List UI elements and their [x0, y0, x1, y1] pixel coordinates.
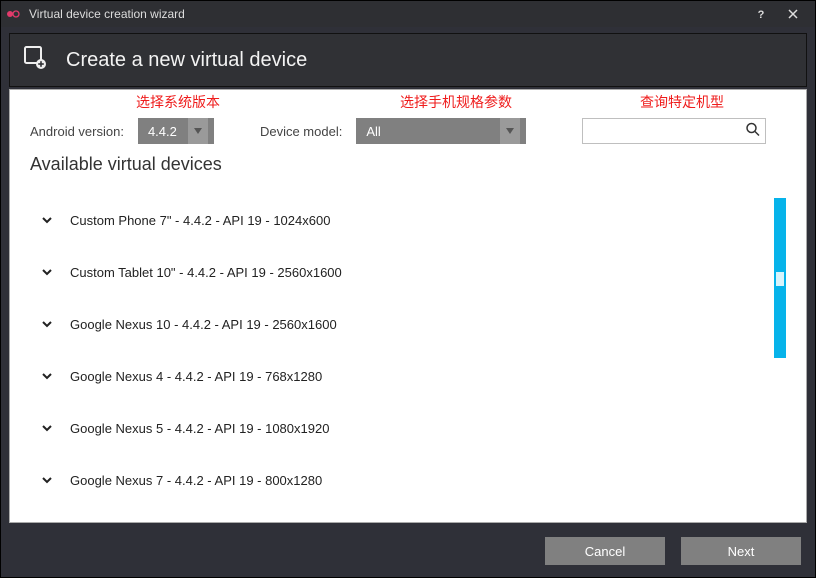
- device-row-label: Google Nexus 5 - 4.4.2 - API 19 - 1080x1…: [70, 421, 329, 436]
- list-heading: Available virtual devices: [10, 154, 806, 181]
- device-row-label: Google Nexus 4 - 4.4.2 - API 19 - 768x12…: [70, 369, 322, 384]
- svg-text:?: ?: [758, 9, 765, 20]
- version-value: 4.4.2: [148, 124, 177, 139]
- search-input[interactable]: [583, 119, 765, 143]
- close-button[interactable]: [777, 1, 809, 27]
- create-device-icon: [22, 45, 48, 76]
- chevron-down-icon: [40, 265, 54, 279]
- cancel-button[interactable]: Cancel: [545, 537, 665, 565]
- header-band: Create a new virtual device: [9, 33, 807, 87]
- device-row-label: Custom Tablet 10" - 4.4.2 - API 19 - 256…: [70, 265, 342, 280]
- search-box[interactable]: [582, 118, 766, 144]
- device-row[interactable]: Google Nexus 4 - 4.4.2 - API 19 - 768x12…: [30, 350, 768, 402]
- titlebar: Virtual device creation wizard ?: [1, 1, 815, 27]
- device-row[interactable]: Google Nexus 7 - 4.4.2 - API 19 - 800x12…: [30, 454, 768, 494]
- chevron-down-icon: [40, 369, 54, 383]
- chevron-down-icon: [40, 473, 54, 487]
- device-row-label: Google Nexus 10 - 4.4.2 - API 19 - 2560x…: [70, 317, 337, 332]
- annot-model: 选择手机规格参数: [400, 92, 512, 112]
- content-card: 选择系统版本 选择手机规格参数 查询特定机型 Android version: …: [9, 89, 807, 523]
- chevron-down-icon: [188, 118, 208, 144]
- footer-buttons: Cancel Next: [545, 537, 801, 565]
- filter-row: Android version: 4.4.2 Device model: All: [10, 110, 806, 154]
- device-row-label: Google Nexus 7 - 4.4.2 - API 19 - 800x12…: [70, 473, 322, 488]
- model-select[interactable]: All: [356, 118, 526, 144]
- device-row[interactable]: Google Nexus 5 - 4.4.2 - API 19 - 1080x1…: [30, 402, 768, 454]
- help-button[interactable]: ?: [745, 1, 777, 27]
- search-icon: [745, 122, 761, 141]
- chevron-down-icon: [40, 317, 54, 331]
- chevron-down-icon: [40, 213, 54, 227]
- annot-version: 选择系统版本: [136, 92, 220, 112]
- next-button[interactable]: Next: [681, 537, 801, 565]
- wizard-window: Virtual device creation wizard ? Create …: [0, 0, 816, 578]
- cancel-label: Cancel: [585, 544, 625, 559]
- device-row[interactable]: Custom Tablet 10" - 4.4.2 - API 19 - 256…: [30, 246, 768, 298]
- model-value: All: [366, 124, 500, 139]
- device-row-label: Custom Phone 7" - 4.4.2 - API 19 - 1024x…: [70, 213, 330, 228]
- model-label: Device model:: [260, 124, 342, 139]
- scrollbar-thumb[interactable]: [776, 272, 784, 286]
- device-list-inner: Custom Phone 7" - 4.4.2 - API 19 - 1024x…: [30, 194, 768, 494]
- device-row[interactable]: Google Nexus 10 - 4.4.2 - API 19 - 2560x…: [30, 298, 768, 350]
- chevron-down-icon: [500, 118, 520, 144]
- annot-search: 查询特定机型: [640, 92, 724, 112]
- device-row[interactable]: Custom Phone 7" - 4.4.2 - API 19 - 1024x…: [30, 194, 768, 246]
- annotations-row: 选择系统版本 选择手机规格参数 查询特定机型: [10, 92, 806, 110]
- app-logo-icon: [7, 7, 21, 21]
- device-list: Custom Phone 7" - 4.4.2 - API 19 - 1024x…: [30, 194, 786, 494]
- next-label: Next: [728, 544, 755, 559]
- version-label: Android version:: [30, 124, 124, 139]
- scrollbar[interactable]: [774, 198, 786, 358]
- chevron-down-icon: [40, 421, 54, 435]
- version-select[interactable]: 4.4.2: [138, 118, 214, 144]
- header-title: Create a new virtual device: [66, 49, 307, 72]
- window-title: Virtual device creation wizard: [29, 7, 185, 21]
